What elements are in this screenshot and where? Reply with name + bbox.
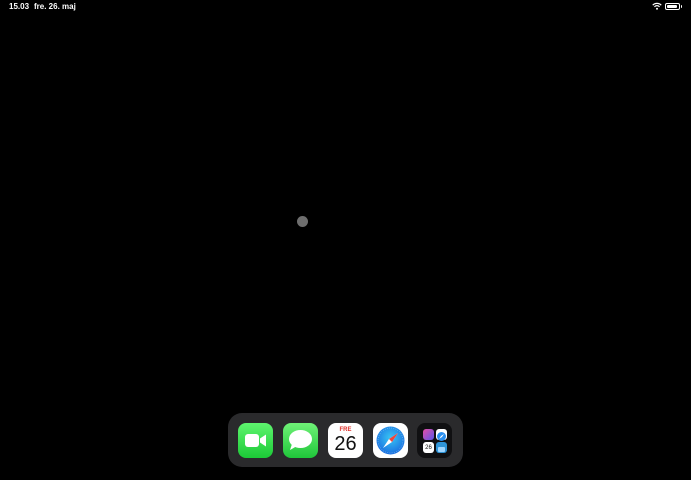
- battery-tip: [681, 4, 682, 8]
- safari-app-icon[interactable]: [373, 423, 408, 458]
- assistive-touch-button[interactable]: [297, 216, 308, 227]
- home-screen: 15.03 fre. 26. maj FRE 26 26: [0, 0, 691, 480]
- shortcuts-mini-icon: [423, 429, 434, 440]
- files-mini-icon: [436, 442, 447, 453]
- messages-app-icon[interactable]: [283, 423, 318, 458]
- messages-icon: [289, 430, 312, 450]
- calendar-app-icon[interactable]: FRE 26: [328, 423, 363, 458]
- calendar-mini-icon: 26: [423, 442, 434, 453]
- safari-icon: [376, 426, 405, 455]
- safari-mini-icon: [436, 429, 447, 441]
- battery-level: [667, 4, 677, 8]
- status-bar: 15.03 fre. 26. maj: [0, 0, 691, 14]
- battery-icon: [665, 2, 680, 10]
- status-date: fre. 26. maj: [34, 2, 76, 11]
- calendar-mini-date: 26: [425, 445, 432, 451]
- status-indicators: [652, 2, 682, 10]
- wifi-icon: [652, 2, 662, 10]
- dock: FRE 26 26: [228, 413, 463, 467]
- status-time: 15.03: [9, 2, 30, 11]
- facetime-app-icon[interactable]: [238, 423, 273, 458]
- facetime-icon: [245, 434, 266, 447]
- calendar-date: 26: [334, 433, 357, 455]
- app-folder[interactable]: 26: [417, 423, 452, 458]
